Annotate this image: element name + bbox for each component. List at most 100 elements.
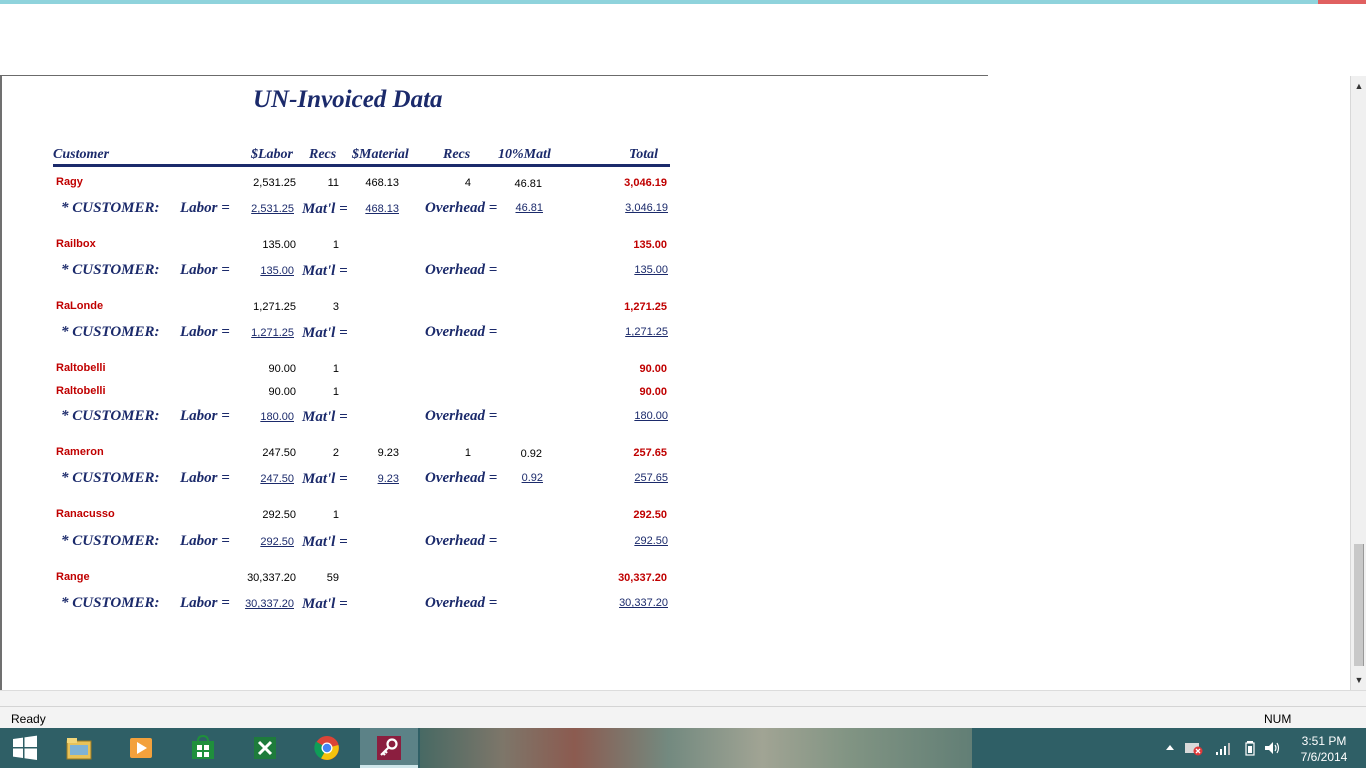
- detail-customer-name: Ragy: [56, 176, 83, 188]
- detail-total: 292.50: [633, 509, 667, 521]
- header-material: $Material: [352, 147, 409, 162]
- detail-labor: 2,531.25: [253, 177, 296, 189]
- summary-overhead-value: 0.92: [521, 472, 543, 484]
- detail-recs: 1: [332, 239, 339, 251]
- status-num-lock: NUM: [1264, 712, 1292, 726]
- header-10pct-matl: 10%Matl: [498, 147, 551, 162]
- detail-10pct-matl: 46.81: [514, 178, 542, 190]
- detail-total: 90.00: [639, 386, 667, 398]
- header-customer: Customer: [53, 147, 110, 162]
- detail-recs: 59: [326, 572, 339, 584]
- summary-customer-label: * CUSTOMER:: [61, 324, 160, 340]
- network-signal-icon[interactable]: [1214, 740, 1232, 756]
- detail-customer-name: Raltobelli: [56, 385, 106, 397]
- summary-labor-label: Labor =: [180, 324, 230, 340]
- summary-customer-label: * CUSTOMER:: [61, 200, 160, 216]
- header-labor: $Labor: [251, 147, 293, 162]
- windows-start-icon: [13, 735, 37, 760]
- report-view: UN-Invoiced Data Customer $Labor Recs $M…: [0, 76, 1352, 706]
- summary-matl-value: 9.23: [377, 473, 399, 485]
- start-button[interactable]: [0, 728, 50, 768]
- taskbar-chrome[interactable]: [298, 728, 356, 768]
- summary-customer-label: * CUSTOMER:: [61, 533, 160, 549]
- scrollbar-thumb[interactable]: [1354, 544, 1364, 666]
- taskbar: 3:51 PM 7/6/2014: [0, 728, 1366, 768]
- show-hidden-icons-icon[interactable]: [1164, 740, 1176, 756]
- summary-customer-label: * CUSTOMER:: [61, 470, 160, 486]
- summary-customer-label: * CUSTOMER:: [61, 262, 160, 278]
- summary-labor-value: 292.50: [260, 536, 294, 548]
- summary-matl-label: Mat'l =: [302, 471, 348, 487]
- summary-total-value: 180.00: [634, 410, 668, 422]
- chrome-icon: [314, 736, 339, 760]
- summary-labor-value: 247.50: [260, 473, 294, 485]
- detail-10pct-matl: 0.92: [520, 448, 542, 460]
- detail-labor: 30,337.20: [247, 572, 296, 584]
- summary-total-value: 292.50: [634, 535, 668, 547]
- summary-labor-value: 30,337.20: [245, 598, 294, 610]
- taskbar-store[interactable]: [174, 728, 232, 768]
- summary-labor-label: Labor =: [180, 262, 230, 278]
- summary-matl-label: Mat'l =: [302, 201, 348, 217]
- excel-icon: [254, 737, 276, 759]
- file-explorer-icon: [66, 738, 92, 760]
- detail-total: 30,337.20: [618, 572, 667, 584]
- detail-total: 1,271.25: [624, 301, 667, 313]
- horizontal-scrollbar[interactable]: [0, 690, 1366, 707]
- detail-recs: 1: [332, 386, 339, 398]
- detail-customer-name: Rameron: [56, 446, 104, 458]
- summary-overhead-label: Overhead =: [425, 533, 498, 549]
- header-total: Total: [629, 147, 659, 162]
- summary-matl-label: Mat'l =: [302, 409, 348, 425]
- detail-total: 3,046.19: [624, 177, 667, 189]
- summary-customer-label: * CUSTOMER:: [61, 408, 160, 424]
- taskbar-access[interactable]: [360, 728, 418, 768]
- detail-recs: 11: [327, 177, 339, 189]
- detail-labor: 247.50: [262, 447, 296, 459]
- scroll-up-icon[interactable]: ▲: [1351, 78, 1366, 94]
- media-player-icon: [130, 738, 152, 758]
- summary-total-value: 135.00: [634, 264, 668, 276]
- summary-overhead-label: Overhead =: [425, 200, 498, 216]
- detail-labor: 90.00: [268, 363, 296, 375]
- clock[interactable]: 3:51 PM 7/6/2014: [1294, 733, 1354, 765]
- detail-material: 9.23: [377, 447, 399, 459]
- store-icon: [192, 735, 214, 759]
- summary-matl-value: 468.13: [365, 203, 399, 215]
- taskbar-excel[interactable]: [236, 728, 294, 768]
- summary-overhead-label: Overhead =: [425, 324, 498, 340]
- status-bar: Ready NUM: [0, 706, 1366, 729]
- ribbon-area: [0, 4, 1366, 75]
- detail-recs: 1: [332, 509, 339, 521]
- detail-recs-material: 4: [464, 177, 471, 189]
- report-title: UN-Invoiced Data: [253, 86, 443, 113]
- detail-recs: 3: [332, 301, 339, 313]
- battery-icon[interactable]: [1244, 740, 1256, 756]
- summary-total-value: 3,046.19: [625, 202, 668, 214]
- clock-time: 3:51 PM: [1301, 734, 1347, 748]
- summary-customer-label: * CUSTOMER:: [61, 595, 160, 611]
- scroll-down-icon[interactable]: ▼: [1351, 672, 1366, 688]
- vertical-scrollbar[interactable]: ▲ ▼: [1350, 76, 1366, 690]
- summary-matl-label: Mat'l =: [302, 596, 348, 612]
- detail-total: 257.65: [633, 447, 667, 459]
- taskbar-file-explorer[interactable]: [50, 728, 108, 768]
- volume-icon[interactable]: [1263, 740, 1281, 756]
- detail-recs: 1: [332, 363, 339, 375]
- taskbar-media-player[interactable]: [112, 728, 170, 768]
- summary-overhead-label: Overhead =: [425, 262, 498, 278]
- access-key-icon: [377, 736, 401, 760]
- detail-customer-name: RaLonde: [56, 300, 104, 312]
- detail-labor: 292.50: [262, 509, 296, 521]
- summary-labor-label: Labor =: [180, 200, 230, 216]
- summary-labor-label: Labor =: [180, 408, 230, 424]
- detail-total: 135.00: [633, 239, 667, 251]
- summary-labor-label: Labor =: [180, 595, 230, 611]
- desktop-wallpaper: [420, 728, 972, 768]
- detail-customer-name: Raltobelli: [56, 362, 106, 374]
- summary-overhead-label: Overhead =: [425, 408, 498, 424]
- summary-overhead-label: Overhead =: [425, 470, 498, 486]
- summary-total-value: 1,271.25: [625, 326, 668, 338]
- action-center-icon[interactable]: [1184, 740, 1204, 756]
- detail-total: 90.00: [639, 363, 667, 375]
